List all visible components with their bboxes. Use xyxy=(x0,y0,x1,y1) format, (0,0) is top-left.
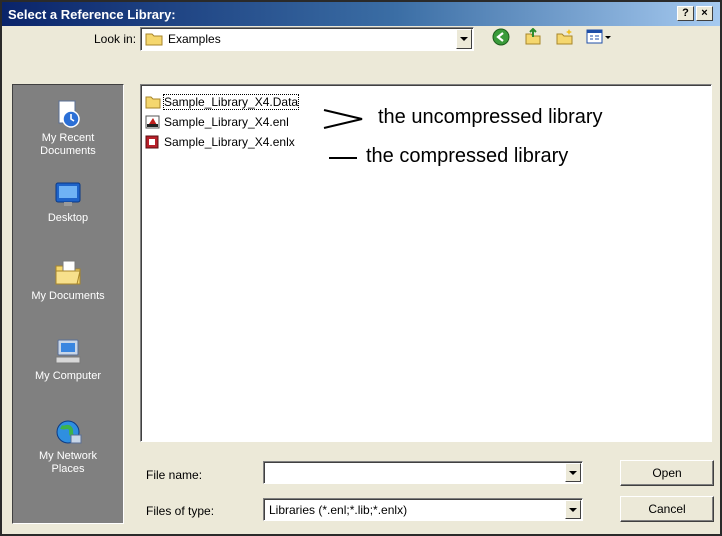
place-label-line1: My Computer xyxy=(34,370,102,382)
files-of-type-dropdown-button[interactable] xyxy=(565,500,581,519)
files-of-type-select[interactable]: Libraries (*.enl;*.lib;*.enlx) xyxy=(263,498,583,521)
file-item[interactable]: Sample_Library_X4.enl xyxy=(145,113,289,131)
annotation-uncompressed: the uncompressed library xyxy=(378,106,603,128)
my-documents-icon xyxy=(53,257,83,287)
open-button[interactable]: Open xyxy=(620,460,714,486)
annotation-line-compressed xyxy=(329,157,357,159)
annotation-compressed: the compressed library xyxy=(366,145,569,167)
cancel-button[interactable]: Cancel xyxy=(620,496,714,522)
place-label-line2: Places xyxy=(51,463,85,475)
file-list[interactable]: Sample_Library_X4.Data Sample_Library_X4… xyxy=(140,84,712,442)
file-name-input[interactable] xyxy=(263,461,583,484)
place-recent-documents[interactable]: My Recent Documents xyxy=(13,99,123,158)
up-folder-icon[interactable] xyxy=(524,27,542,46)
folder-icon xyxy=(145,95,161,109)
files-of-type-value: Libraries (*.enl;*.lib;*.enlx) xyxy=(269,502,408,517)
look-in-label: Look in: xyxy=(94,32,137,46)
place-my-computer[interactable]: My Computer xyxy=(13,337,123,383)
file-name: Sample_Library_X4.enl xyxy=(164,115,289,129)
place-label-line1: Desktop xyxy=(47,212,89,224)
file-name-label: File name: xyxy=(146,468,203,482)
title-bar: Select a Reference Library: ? × xyxy=(2,2,720,26)
close-button[interactable]: × xyxy=(696,6,713,21)
place-label-line1: My Documents xyxy=(31,290,105,302)
recent-documents-icon xyxy=(53,99,83,129)
views-icon[interactable] xyxy=(586,28,612,46)
files-of-type-label: Files of type: xyxy=(146,504,215,518)
endnote-library-icon xyxy=(145,115,161,129)
select-library-dialog: Select a Reference Library: ? × Look in:… xyxy=(0,0,722,536)
file-name-dropdown-button[interactable] xyxy=(565,463,581,482)
place-label-line1: My Network xyxy=(38,450,98,462)
annotation-arrow-uncompressed xyxy=(323,109,363,129)
file-name: Sample_Library_X4.enlx xyxy=(164,135,295,149)
file-name: Sample_Library_X4.Data xyxy=(162,94,300,110)
folder-icon xyxy=(145,32,163,46)
place-label-line1: My Recent xyxy=(41,132,95,144)
network-places-icon xyxy=(53,417,83,447)
help-button[interactable]: ? xyxy=(677,6,694,21)
file-item[interactable]: Sample_Library_X4.enlx xyxy=(145,133,295,151)
look-in-combo[interactable]: Examples xyxy=(140,27,474,51)
place-my-documents[interactable]: My Documents xyxy=(13,257,123,303)
endnote-compressed-icon xyxy=(145,135,161,149)
dialog-title: Select a Reference Library: xyxy=(8,6,176,22)
look-in-dropdown-button[interactable] xyxy=(456,29,472,49)
file-item[interactable]: Sample_Library_X4.Data xyxy=(145,93,300,111)
look-in-value: Examples xyxy=(168,32,221,46)
places-bar: My Recent Documents Desktop My Documents… xyxy=(12,84,124,524)
my-computer-icon xyxy=(53,337,83,367)
place-desktop[interactable]: Desktop xyxy=(13,179,123,225)
place-label-line2: Documents xyxy=(40,145,96,157)
desktop-icon xyxy=(53,179,83,209)
back-icon[interactable] xyxy=(492,28,510,46)
place-my-network[interactable]: My Network Places xyxy=(13,417,123,476)
new-folder-icon[interactable] xyxy=(556,28,574,46)
